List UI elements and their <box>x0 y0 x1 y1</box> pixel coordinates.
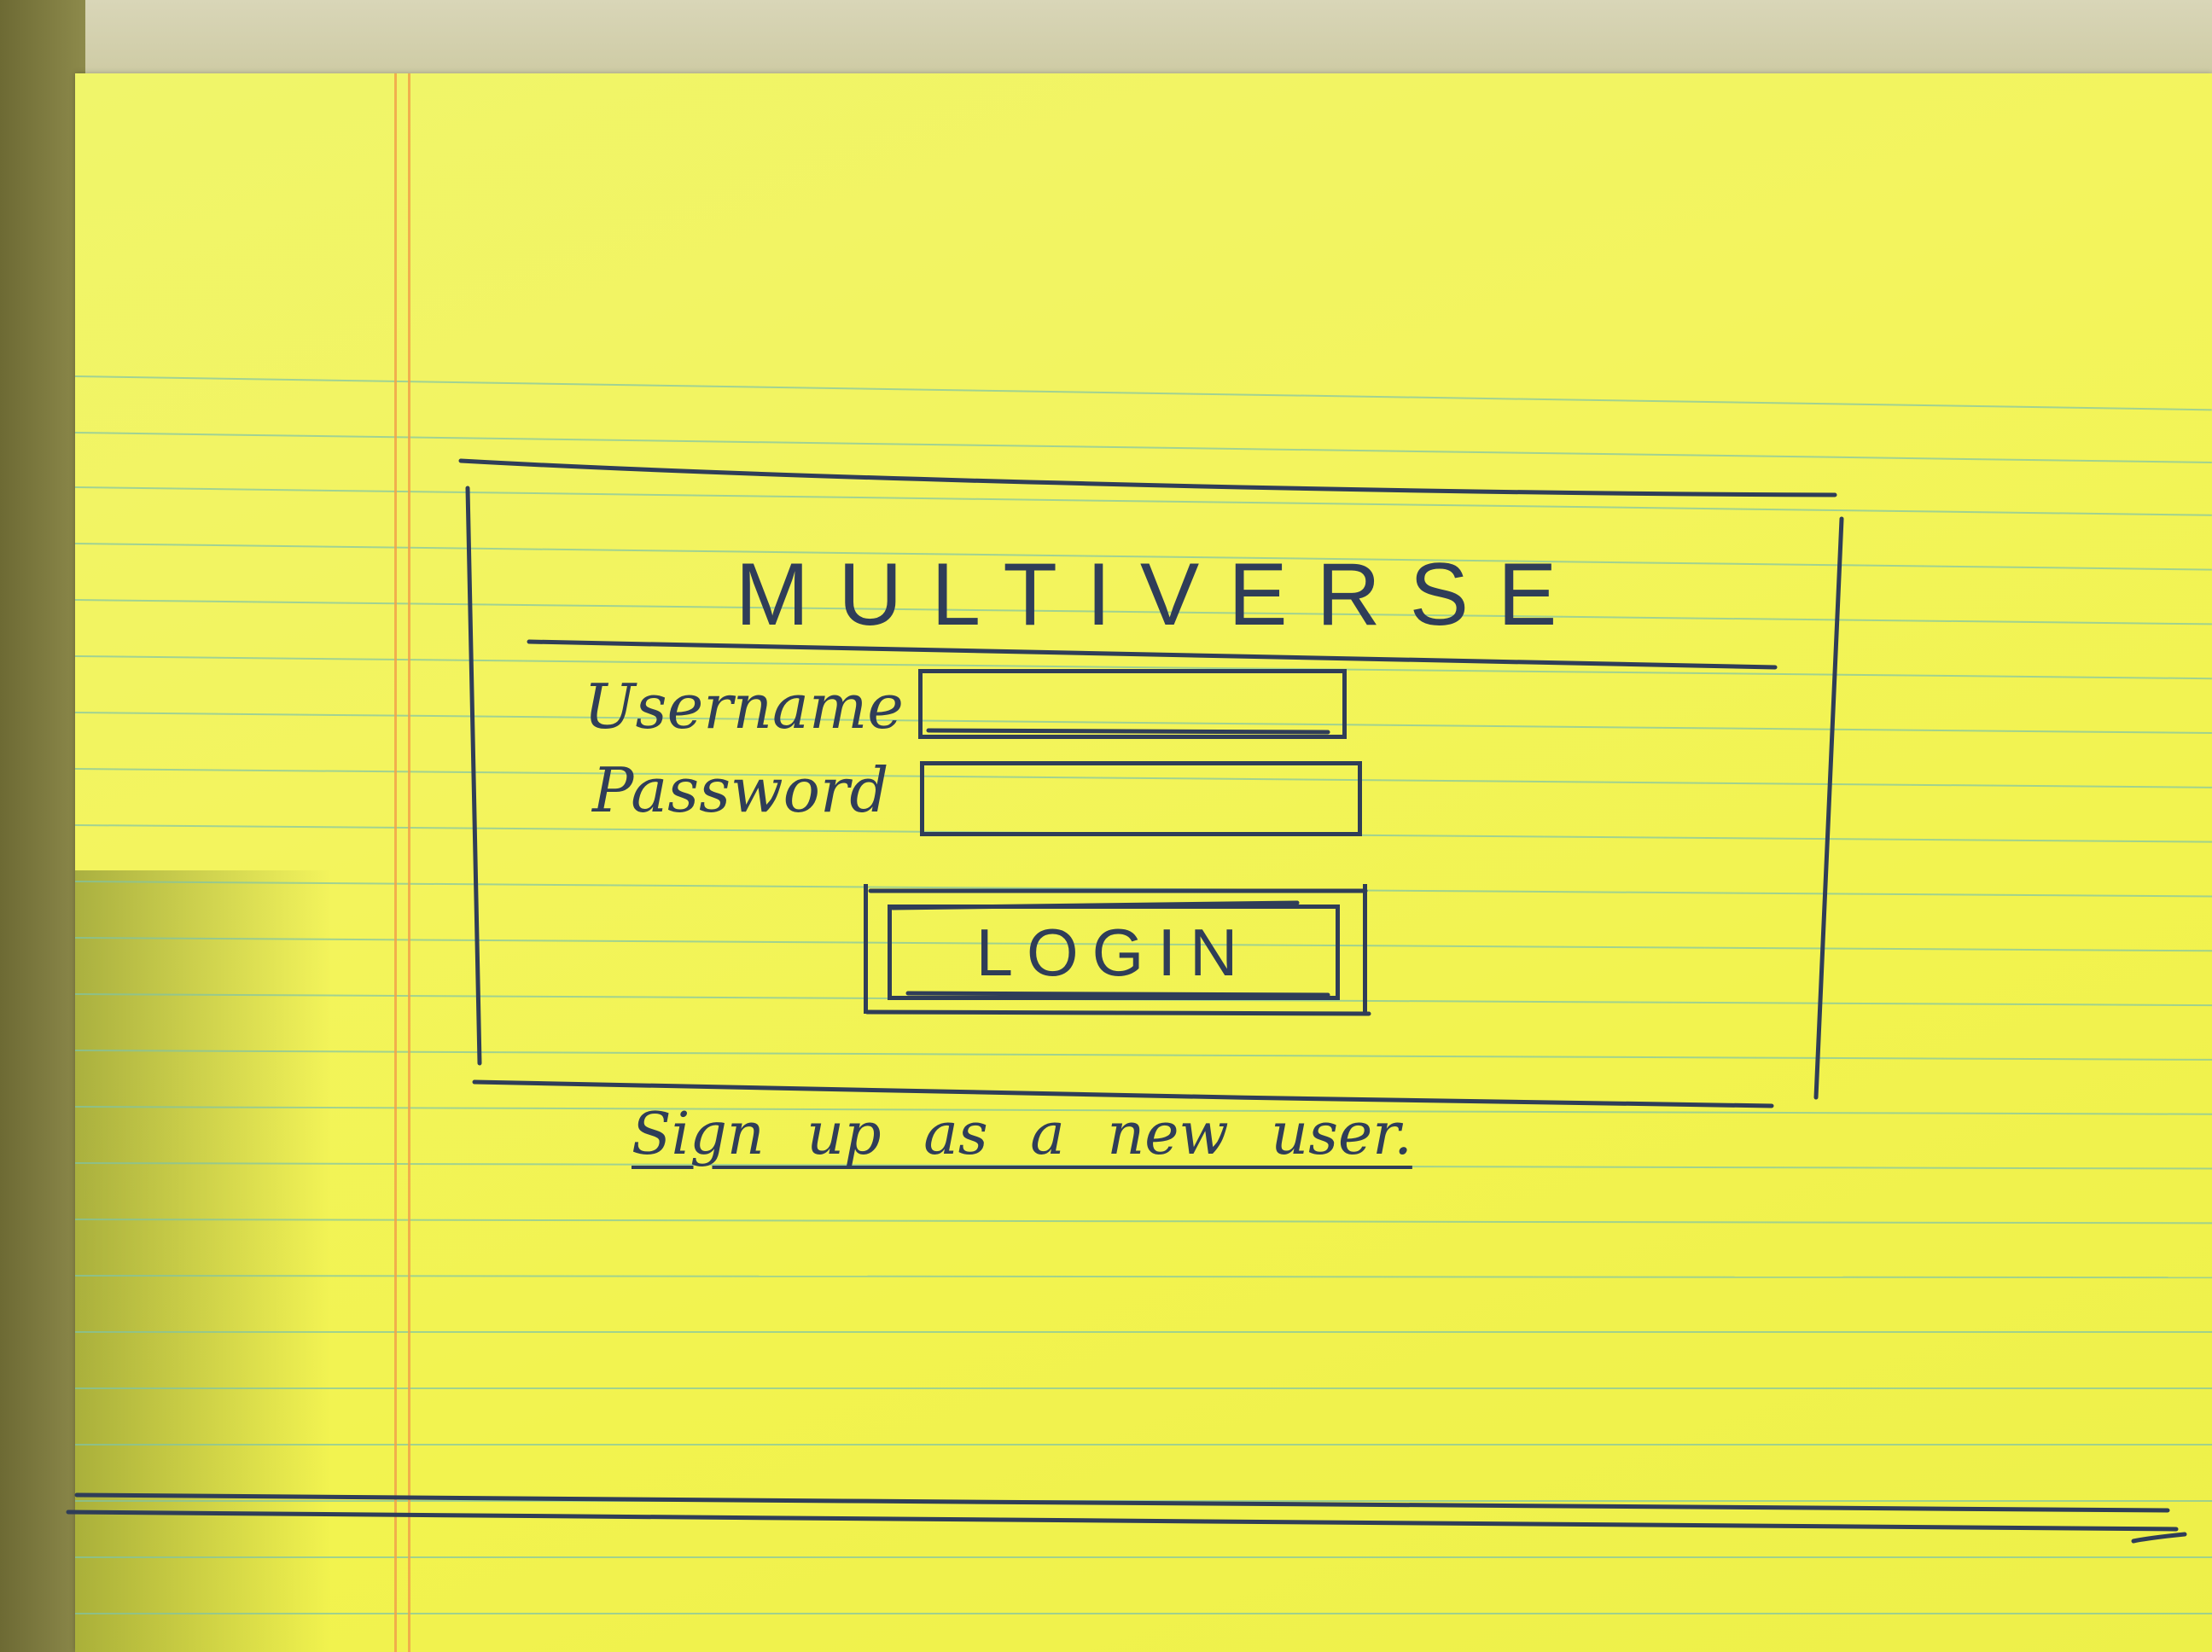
left-shadow <box>0 0 85 1652</box>
username-label: Username <box>584 671 904 742</box>
password-field-box <box>920 761 1362 836</box>
password-input[interactable] <box>924 765 1358 832</box>
margin-line <box>408 73 410 1652</box>
margin-line <box>394 73 397 1652</box>
paper-shadow <box>75 870 331 1652</box>
signup-link[interactable]: Sign up as a new user. <box>632 1101 1412 1168</box>
username-input[interactable] <box>923 673 1342 735</box>
password-label: Password <box>592 754 889 826</box>
username-field-box <box>918 669 1347 739</box>
login-button[interactable]: LOGIN <box>888 905 1340 1000</box>
app-title: MULTIVERSE <box>735 545 1586 644</box>
